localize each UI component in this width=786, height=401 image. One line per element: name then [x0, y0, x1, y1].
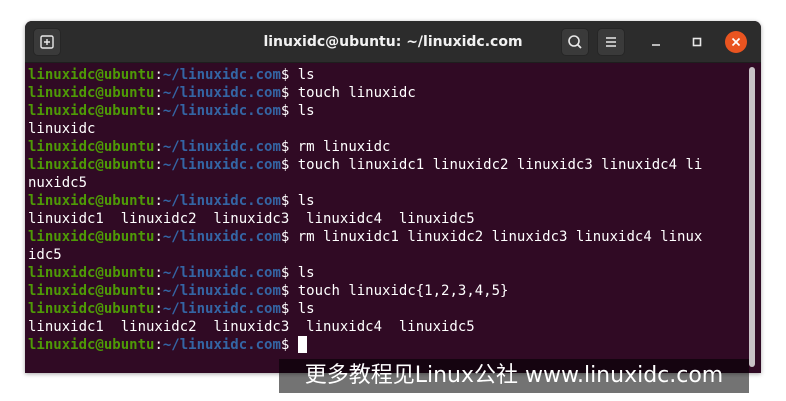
prompt-path: ~/linuxidc.com [162, 265, 281, 281]
prompt-line: linuxidc@ubuntu:~/linuxidc.com$ ls [28, 300, 748, 318]
watermark: 更多教程见Linux公社 www.linuxidc.com [279, 359, 749, 393]
prompt-line: linuxidc@ubuntu:~/linuxidc.com$ touch li… [28, 156, 748, 174]
prompt-user: linuxidc@ubuntu [28, 139, 155, 155]
title-bar[interactable]: linuxidc@ubuntu: ~/linuxidc.com [25, 21, 761, 63]
command-text: ls [297, 301, 315, 317]
close-icon [731, 37, 741, 47]
prompt-line: linuxidc@ubuntu:~/linuxidc.com$ [28, 336, 748, 354]
prompt-user: linuxidc@ubuntu [28, 301, 155, 317]
new-tab-icon [40, 35, 54, 49]
prompt-user: linuxidc@ubuntu [28, 265, 155, 281]
prompt-symbol: $ [280, 85, 298, 101]
prompt-symbol: $ [280, 103, 298, 119]
prompt-line: linuxidc@ubuntu:~/linuxidc.com$ ls [28, 264, 748, 282]
command-text: ls [297, 193, 315, 209]
text-cursor [297, 336, 307, 353]
output-text: linuxidc1 linuxidc2 linuxidc3 linuxidc4 … [28, 319, 475, 335]
command-text: rm linuxidc [297, 139, 391, 155]
prompt-user: linuxidc@ubuntu [28, 229, 155, 245]
prompt-line: linuxidc@ubuntu:~/linuxidc.com$ ls [28, 192, 748, 210]
maximize-button[interactable] [686, 31, 708, 53]
prompt-path: ~/linuxidc.com [162, 103, 281, 119]
prompt-separator: : [154, 229, 163, 245]
prompt-symbol: $ [280, 283, 298, 299]
output-line: idc5 [28, 246, 748, 264]
prompt-line: linuxidc@ubuntu:~/linuxidc.com$ rm linux… [28, 228, 748, 246]
command-text: touch linuxidc [297, 85, 416, 101]
prompt-separator: : [154, 139, 163, 155]
output-text: idc5 [28, 247, 62, 263]
command-text: ls [297, 103, 315, 119]
prompt-path: ~/linuxidc.com [162, 229, 281, 245]
prompt-line: linuxidc@ubuntu:~/linuxidc.com$ touch li… [28, 282, 748, 300]
prompt-path: ~/linuxidc.com [162, 85, 281, 101]
search-icon [568, 35, 582, 49]
prompt-user: linuxidc@ubuntu [28, 193, 155, 209]
prompt-path: ~/linuxidc.com [162, 337, 281, 353]
prompt-user: linuxidc@ubuntu [28, 103, 155, 119]
prompt-separator: : [154, 103, 163, 119]
prompt-separator: : [154, 67, 163, 83]
prompt-user: linuxidc@ubuntu [28, 85, 155, 101]
output-line: nuxidc5 [28, 174, 748, 192]
prompt-line: linuxidc@ubuntu:~/linuxidc.com$ rm linux… [28, 138, 748, 156]
output-line: linuxidc1 linuxidc2 linuxidc3 linuxidc4 … [28, 318, 748, 336]
output-text: linuxidc [28, 121, 96, 137]
prompt-path: ~/linuxidc.com [162, 139, 281, 155]
prompt-user: linuxidc@ubuntu [28, 283, 155, 299]
prompt-separator: : [154, 193, 163, 209]
output-line: linuxidc [28, 120, 748, 138]
command-text: ls [297, 67, 315, 83]
terminal-window: linuxidc@ubuntu: ~/linuxidc.com linuxidc… [25, 21, 761, 373]
command-text: rm linuxidc1 linuxidc2 linuxidc3 linuxid… [297, 229, 703, 245]
prompt-user: linuxidc@ubuntu [28, 157, 155, 173]
menu-button[interactable] [597, 28, 625, 56]
prompt-line: linuxidc@ubuntu:~/linuxidc.com$ ls [28, 66, 748, 84]
prompt-separator: : [154, 301, 163, 317]
prompt-path: ~/linuxidc.com [162, 157, 281, 173]
prompt-separator: : [154, 337, 163, 353]
prompt-symbol: $ [280, 157, 298, 173]
prompt-separator: : [154, 157, 163, 173]
prompt-symbol: $ [280, 265, 298, 281]
search-button[interactable] [561, 28, 589, 56]
prompt-symbol: $ [280, 337, 298, 353]
prompt-path: ~/linuxidc.com [162, 283, 281, 299]
minimize-icon [652, 44, 660, 46]
command-text: touch linuxidc{1,2,3,4,5} [297, 283, 509, 299]
prompt-separator: : [154, 265, 163, 281]
prompt-user: linuxidc@ubuntu [28, 337, 155, 353]
prompt-symbol: $ [280, 301, 298, 317]
output-text: linuxidc1 linuxidc2 linuxidc3 linuxidc4 … [28, 211, 475, 227]
prompt-symbol: $ [280, 193, 298, 209]
command-text: touch linuxidc1 linuxidc2 linuxidc3 linu… [297, 157, 703, 173]
minimize-button[interactable] [645, 31, 667, 53]
prompt-separator: : [154, 283, 163, 299]
prompt-symbol: $ [280, 229, 298, 245]
prompt-line: linuxidc@ubuntu:~/linuxidc.com$ ls [28, 102, 748, 120]
terminal-area[interactable]: linuxidc@ubuntu:~/linuxidc.com$ ls linuxi… [25, 63, 761, 373]
prompt-separator: : [154, 85, 163, 101]
new-tab-button[interactable] [33, 28, 61, 56]
prompt-user: linuxidc@ubuntu [28, 67, 155, 83]
prompt-path: ~/linuxidc.com [162, 67, 281, 83]
prompt-line: linuxidc@ubuntu:~/linuxidc.com$ touch li… [28, 84, 748, 102]
hamburger-menu-icon [606, 37, 616, 47]
command-text: ls [297, 265, 315, 281]
prompt-path: ~/linuxidc.com [162, 301, 281, 317]
prompt-path: ~/linuxidc.com [162, 193, 281, 209]
prompt-symbol: $ [280, 139, 298, 155]
maximize-icon [692, 37, 702, 47]
close-button[interactable] [725, 31, 747, 53]
output-line: linuxidc1 linuxidc2 linuxidc3 linuxidc4 … [28, 210, 748, 228]
prompt-symbol: $ [280, 67, 298, 83]
scrollbar[interactable] [749, 67, 755, 367]
output-text: nuxidc5 [28, 175, 88, 191]
terminal-output: linuxidc@ubuntu:~/linuxidc.com$ ls linuxi… [28, 66, 748, 354]
